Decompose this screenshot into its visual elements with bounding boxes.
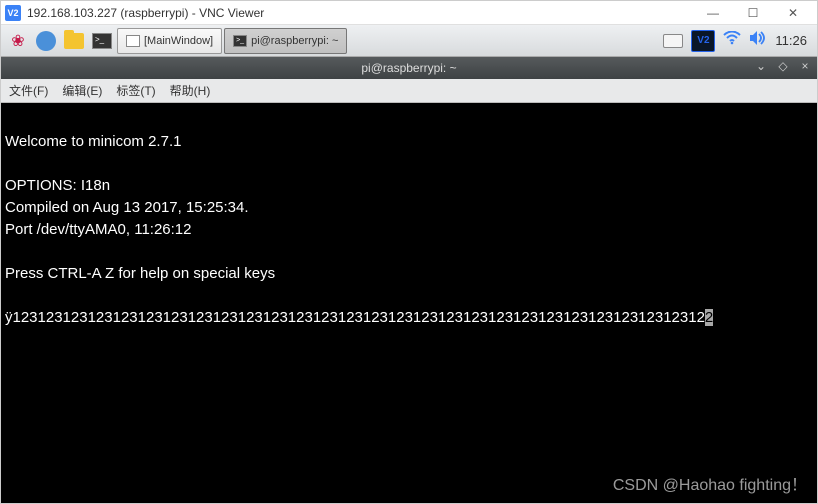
term-line: OPTIONS: I18n	[5, 177, 110, 194]
minimize-button[interactable]: —	[693, 2, 733, 24]
term-line: Port /dev/ttyAMA0, 11:26:12	[5, 221, 192, 238]
window-icon	[126, 35, 140, 47]
vnc-titlebar: V2 192.168.103.227 (raspberrypi) - VNC V…	[1, 1, 817, 25]
menu-edit[interactable]: 编辑(E)	[62, 82, 102, 99]
browser-icon[interactable]	[33, 28, 59, 54]
vnc-logo-icon: V2	[5, 5, 21, 21]
terminal-window-controls: ⌄ ◇ ×	[753, 59, 813, 73]
term-line: ÿ123123123123123123123123123123123123123…	[5, 309, 705, 326]
term-line: Welcome to minicom 2.7.1	[5, 133, 181, 150]
task-label: [MainWindow]	[144, 35, 213, 47]
wifi-icon[interactable]	[723, 31, 741, 50]
file-manager-icon[interactable]	[61, 28, 87, 54]
term-line: Press CTRL-A Z for help on special keys	[5, 265, 275, 282]
terminal-menubar: 文件(F) 编辑(E) 标签(T) 帮助(H)	[1, 79, 817, 103]
menu-file[interactable]: 文件(F)	[9, 82, 48, 99]
term-maximize-button[interactable]: ◇	[775, 59, 791, 73]
task-item-terminal[interactable]: >_ pi@raspberrypi: ~	[224, 28, 347, 54]
task-item-mainwindow[interactable]: [MainWindow]	[117, 28, 222, 54]
terminal-cursor: 2	[705, 309, 713, 326]
menu-help[interactable]: 帮助(H)	[170, 82, 211, 99]
task-label: pi@raspberrypi: ~	[251, 35, 338, 47]
raspberry-menu-icon[interactable]: ❀	[5, 28, 31, 54]
term-close-button[interactable]: ×	[797, 59, 813, 73]
terminal-icon: >_	[233, 35, 247, 47]
terminal-title: pi@raspberrypi: ~	[361, 61, 456, 75]
vnc-server-tray-icon[interactable]: V2	[691, 30, 715, 52]
volume-icon[interactable]	[749, 30, 767, 51]
keyboard-icon[interactable]	[663, 34, 683, 48]
terminal-titlebar[interactable]: pi@raspberrypi: ~ ⌄ ◇ ×	[1, 57, 817, 79]
system-tray: V2 11:26	[663, 30, 813, 52]
menu-tabs[interactable]: 标签(T)	[116, 82, 155, 99]
clock[interactable]: 11:26	[775, 33, 807, 48]
term-line: Compiled on Aug 13 2017, 15:25:34.	[5, 199, 249, 216]
vnc-window-title: 192.168.103.227 (raspberrypi) - VNC View…	[27, 6, 693, 20]
desktop-area: pi@raspberrypi: ~ ⌄ ◇ × 文件(F) 编辑(E) 标签(T…	[1, 57, 817, 503]
term-minimize-button[interactable]: ⌄	[753, 59, 769, 73]
close-button[interactable]: ✕	[773, 2, 813, 24]
terminal-launcher-icon[interactable]	[89, 28, 115, 54]
pi-taskbar: ❀ [MainWindow] >_ pi@raspberrypi: ~ V2 1…	[1, 25, 817, 57]
terminal-body[interactable]: Welcome to minicom 2.7.1 OPTIONS: I18n C…	[1, 103, 817, 503]
terminal-window: pi@raspberrypi: ~ ⌄ ◇ × 文件(F) 编辑(E) 标签(T…	[1, 57, 817, 503]
maximize-button[interactable]: ☐	[733, 2, 773, 24]
